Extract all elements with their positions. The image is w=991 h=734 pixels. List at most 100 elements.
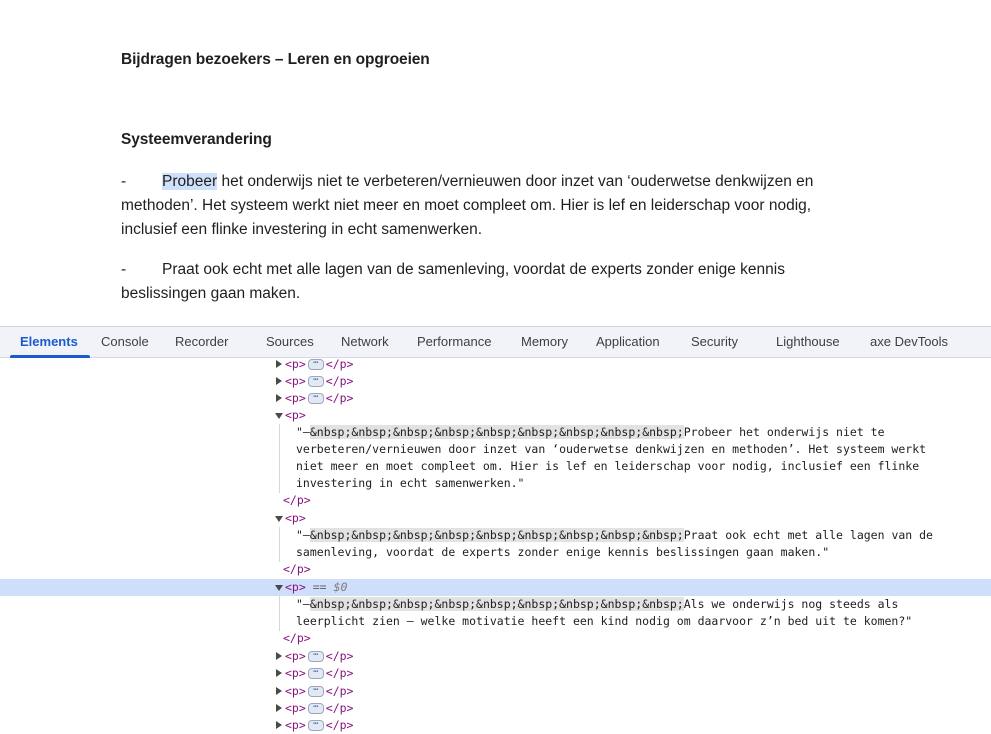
paragraph-text: methoden’. Het systeem werkt niet meer e… — [121, 197, 812, 214]
expand-triangle-icon[interactable] — [276, 669, 282, 677]
text-node[interactable]: "–&nbsp;&nbsp;&nbsp;&nbsp;&nbsp;&nbsp;&n… — [0, 527, 991, 544]
closing-tag-row[interactable]: </p> — [0, 561, 991, 578]
close-tag: </p> — [325, 391, 354, 405]
text-quote-dash: "– — [296, 425, 310, 439]
text-quote-dash: "– — [296, 597, 310, 611]
paragraph-text: beslissingen gaan maken. — [121, 285, 301, 302]
text-node[interactable]: "–&nbsp;&nbsp;&nbsp;&nbsp;&nbsp;&nbsp;&n… — [0, 596, 991, 613]
text-content: Als we onderwijs nog steeds als — [683, 597, 899, 611]
expand-triangle-icon[interactable] — [276, 377, 282, 385]
ellipsis-icon[interactable]: ⋯ — [307, 359, 324, 370]
close-tag: </p> — [325, 701, 354, 715]
tab-recorder[interactable]: Recorder — [175, 327, 228, 357]
dom-node-collapsed[interactable]: <p> ⋯ </p> — [0, 700, 991, 717]
text-node[interactable]: "–&nbsp;&nbsp;&nbsp;&nbsp;&nbsp;&nbsp;&n… — [0, 424, 991, 441]
dom-node-collapsed[interactable]: <p> ⋯ </p> — [0, 717, 991, 734]
nbsp-entities: &nbsp;&nbsp;&nbsp;&nbsp;&nbsp;&nbsp;&nbs… — [309, 597, 684, 611]
text-content: samenleving, voordat de experts zonder e… — [296, 545, 830, 559]
text-node-line: leerplicht zien – welke motivatie heeft … — [0, 613, 991, 630]
open-tag: <p> — [285, 391, 306, 405]
paragraph-1: - Probeer het onderwijs niet te verbetere… — [121, 170, 881, 242]
dom-node-collapsed[interactable]: <p> ⋯ </p> — [0, 665, 991, 682]
paragraph-text: inclusief een flinke investering in echt… — [121, 221, 482, 238]
ellipsis-icon[interactable]: ⋯ — [307, 703, 324, 714]
console-ref: $0 — [333, 580, 348, 594]
highlighted-word[interactable]: Probeer — [162, 173, 218, 190]
tab-performance[interactable]: Performance — [417, 327, 491, 357]
dom-node-selected[interactable]: <p> == $0 — [0, 579, 991, 596]
devtools-tab-bar: Elements Console Recorder Sources Networ… — [0, 327, 991, 358]
page-heading: Bijdragen bezoekers – Leren en opgroeien — [121, 51, 430, 68]
dom-node-collapsed[interactable]: <p> ⋯ </p> — [0, 373, 991, 390]
ellipsis-icon[interactable]: ⋯ — [307, 376, 324, 387]
ellipsis-icon[interactable]: ⋯ — [307, 651, 324, 662]
expand-triangle-icon[interactable] — [276, 704, 282, 712]
tab-sources[interactable]: Sources — [266, 327, 314, 357]
expand-triangle-icon[interactable] — [276, 687, 282, 695]
tab-network[interactable]: Network — [341, 327, 389, 357]
close-tag: </p> — [283, 631, 311, 645]
close-tag: </p> — [325, 357, 354, 371]
tab-security[interactable]: Security — [691, 327, 738, 357]
dom-node-expanded[interactable]: <p> — [0, 510, 991, 527]
text-node-line: niet meer en moet compleet om. Hier is l… — [0, 458, 991, 475]
text-content: verbeteren/vernieuwen door inzet van ‘ou… — [296, 442, 927, 456]
dom-node-collapsed[interactable]: <p> ⋯ </p> — [0, 390, 991, 407]
paragraph-2: - Praat ook echt met alle lagen van de sa… — [121, 258, 881, 306]
collapse-triangle-icon[interactable] — [275, 585, 283, 591]
collapse-triangle-icon[interactable] — [275, 516, 283, 522]
paragraph-text: het onderwijs niet te verbeteren/vernieu… — [217, 173, 814, 190]
closing-tag-row[interactable]: </p> — [0, 630, 991, 647]
ellipsis-icon[interactable]: ⋯ — [307, 393, 324, 404]
close-tag: </p> — [325, 374, 354, 388]
text-node-line: verbeteren/vernieuwen door inzet van ‘ou… — [0, 441, 991, 458]
paragraph-text: Praat ook echt met alle lagen van de sam… — [162, 261, 785, 278]
bullet-dash: - — [121, 173, 127, 190]
tab-elements[interactable]: Elements — [10, 327, 90, 358]
close-tag: </p> — [325, 684, 354, 698]
expand-triangle-icon[interactable] — [276, 394, 282, 402]
bullet-dash: - — [121, 261, 127, 278]
dom-node-collapsed[interactable]: <p> ⋯ </p> — [0, 683, 991, 700]
document-page: Bijdragen bezoekers – Leren en opgroeien… — [0, 0, 991, 326]
close-tag: </p> — [325, 666, 354, 680]
text-content: investering in echt samenwerken." — [296, 476, 525, 490]
nbsp-entities: &nbsp;&nbsp;&nbsp;&nbsp;&nbsp;&nbsp;&nbs… — [309, 425, 684, 439]
text-content: Probeer het onderwijs niet te — [683, 425, 885, 439]
open-tag: <p> — [285, 701, 306, 715]
ellipsis-icon[interactable]: ⋯ — [307, 720, 324, 731]
dom-node-expanded[interactable]: <p> — [0, 407, 991, 424]
collapse-triangle-icon[interactable] — [275, 413, 283, 419]
section-heading: Systeemverandering — [121, 131, 272, 148]
text-content: Praat ook echt met alle lagen van de — [683, 528, 933, 542]
ellipsis-icon[interactable]: ⋯ — [307, 686, 324, 697]
dom-node-collapsed[interactable]: <p> ⋯ </p> — [0, 648, 991, 665]
text-content: leerplicht zien – welke motivatie heeft … — [296, 614, 913, 628]
selected-marker: == — [312, 580, 327, 594]
open-tag: <p> — [285, 684, 306, 698]
tab-console[interactable]: Console — [101, 327, 149, 357]
open-tag: <p> — [285, 374, 306, 388]
open-tag: <p> — [285, 357, 306, 371]
close-tag: </p> — [283, 562, 311, 576]
open-tag: <p> — [285, 718, 306, 732]
open-tag: <p> — [285, 408, 306, 422]
tab-lighthouse[interactable]: Lighthouse — [776, 327, 840, 357]
tab-application[interactable]: Application — [596, 327, 660, 357]
tab-memory[interactable]: Memory — [521, 327, 568, 357]
close-tag: </p> — [325, 718, 354, 732]
expand-triangle-icon[interactable] — [276, 721, 282, 729]
dom-node-collapsed[interactable]: <p> ⋯ </p> — [0, 356, 991, 373]
devtools-panel: Elements Console Recorder Sources Networ… — [0, 326, 991, 734]
close-tag: </p> — [283, 493, 311, 507]
open-tag: <p> — [285, 649, 306, 663]
text-node-line: investering in echt samenwerken." — [0, 475, 991, 492]
expand-triangle-icon[interactable] — [276, 360, 282, 368]
text-quote-dash: "– — [296, 528, 310, 542]
ellipsis-icon[interactable]: ⋯ — [307, 668, 324, 679]
closing-tag-row[interactable]: </p> — [0, 492, 991, 509]
expand-triangle-icon[interactable] — [276, 652, 282, 660]
nbsp-entities: &nbsp;&nbsp;&nbsp;&nbsp;&nbsp;&nbsp;&nbs… — [309, 528, 684, 542]
close-tag: </p> — [325, 649, 354, 663]
tab-axe-devtools[interactable]: axe DevTools — [870, 327, 948, 357]
